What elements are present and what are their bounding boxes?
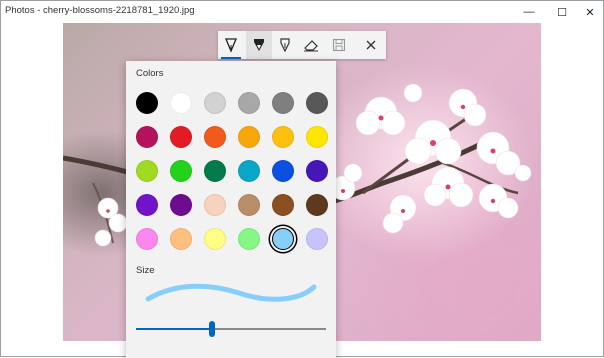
color-swatch[interactable] xyxy=(238,228,260,250)
minimize-icon: — xyxy=(523,6,535,18)
photos-window: Photos - cherry-blossoms-2218781_1920.jp… xyxy=(0,0,604,358)
color-swatch[interactable] xyxy=(136,92,158,114)
color-swatch[interactable] xyxy=(272,92,294,114)
stroke-size-preview xyxy=(145,283,317,302)
color-swatch[interactable] xyxy=(204,160,226,182)
window-title: Photos - cherry-blossoms-2218781_1920.jp… xyxy=(5,5,195,16)
ballpoint-pen-icon xyxy=(225,38,237,53)
color-swatch[interactable] xyxy=(170,126,192,148)
maximize-icon: ☐ xyxy=(557,6,567,19)
maximize-button[interactable]: ☐ xyxy=(547,1,577,23)
ink-toolbar xyxy=(218,31,386,59)
calligraphy-pen-icon xyxy=(280,38,290,53)
color-swatch[interactable] xyxy=(238,126,260,148)
eraser-button[interactable] xyxy=(298,31,324,59)
color-swatch[interactable] xyxy=(272,228,294,250)
close-icon xyxy=(366,40,376,50)
pencil-button[interactable] xyxy=(246,31,272,59)
color-swatch[interactable] xyxy=(238,194,260,216)
size-slider[interactable] xyxy=(136,321,326,337)
eraser-icon xyxy=(304,40,318,52)
color-swatch[interactable] xyxy=(306,194,328,216)
size-slider-thumb[interactable] xyxy=(209,321,215,337)
color-swatch[interactable] xyxy=(170,92,192,114)
color-swatch[interactable] xyxy=(306,92,328,114)
color-swatch[interactable] xyxy=(136,194,158,216)
calligraphy-pen-button[interactable] xyxy=(272,31,298,59)
color-swatch[interactable] xyxy=(272,126,294,148)
size-slider-fill xyxy=(136,328,212,330)
color-swatch[interactable] xyxy=(170,228,192,250)
close-icon: ✕ xyxy=(585,6,595,19)
size-label: Size xyxy=(136,265,155,276)
color-swatch[interactable] xyxy=(136,126,158,148)
colors-label: Colors xyxy=(136,68,164,79)
color-swatch[interactable] xyxy=(306,228,328,250)
color-swatch[interactable] xyxy=(170,160,192,182)
close-ink-button[interactable] xyxy=(358,31,384,59)
color-swatch[interactable] xyxy=(238,160,260,182)
color-swatch[interactable] xyxy=(306,126,328,148)
color-swatch[interactable] xyxy=(136,228,158,250)
color-swatch[interactable] xyxy=(306,160,328,182)
color-swatch[interactable] xyxy=(204,92,226,114)
ballpoint-pen-button[interactable] xyxy=(218,31,244,59)
color-swatch[interactable] xyxy=(272,160,294,182)
save-icon xyxy=(332,38,346,52)
color-swatch[interactable] xyxy=(204,228,226,250)
pencil-icon xyxy=(254,39,264,51)
save-button[interactable] xyxy=(326,31,352,59)
color-swatch[interactable] xyxy=(272,194,294,216)
title-bar[interactable]: Photos - cherry-blossoms-2218781_1920.jp… xyxy=(1,1,603,23)
color-swatch[interactable] xyxy=(204,194,226,216)
color-swatch[interactable] xyxy=(136,160,158,182)
minimize-button[interactable]: — xyxy=(514,1,544,23)
color-swatch[interactable] xyxy=(238,92,260,114)
close-window-button[interactable]: ✕ xyxy=(575,1,604,23)
pen-options-flyout: Colors Size xyxy=(126,61,336,358)
color-swatch[interactable] xyxy=(170,194,192,216)
color-swatch[interactable] xyxy=(204,126,226,148)
